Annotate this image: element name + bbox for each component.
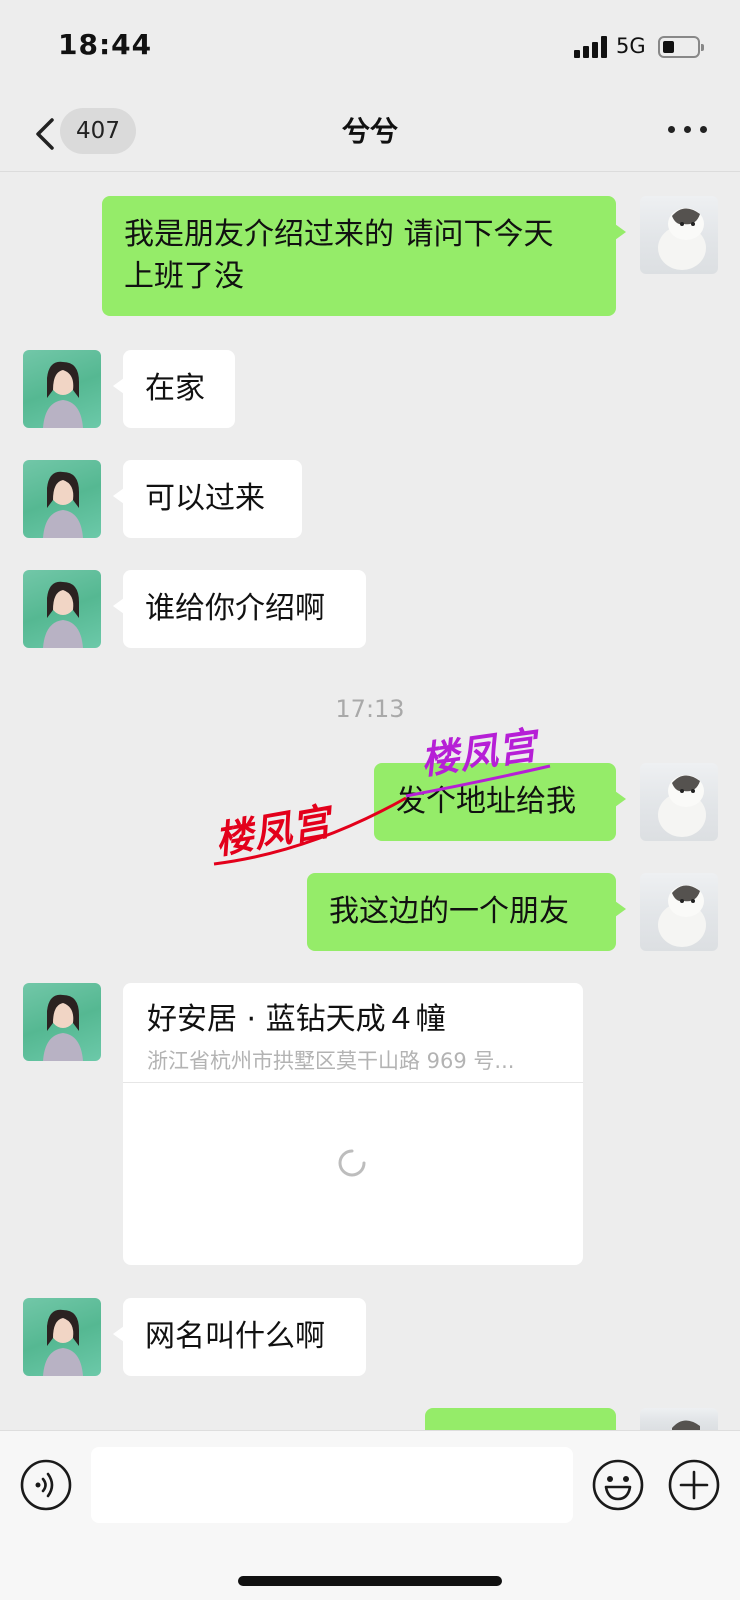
loading-spinner-icon	[338, 1149, 366, 1177]
message-bubble-incoming[interactable]: 可以过来	[113, 460, 302, 538]
message-bubble-outgoing[interactable]: 我是朋友介绍过来的 请问下今天 上班了没	[102, 196, 626, 316]
signal-icon	[574, 36, 608, 58]
avatar-contact[interactable]	[23, 983, 101, 1061]
location-address: 浙江省杭州市拱墅区莫干山路 969 号...	[147, 1049, 515, 1073]
more-dots-icon[interactable]	[668, 124, 708, 136]
avatar-self[interactable]	[640, 196, 718, 274]
avatar-contact[interactable]	[23, 1298, 101, 1376]
avatar-contact[interactable]	[23, 350, 101, 428]
status-bar: 18:44 5G	[0, 0, 740, 96]
location-card[interactable]: 好安居 · 蓝钻天成４幢 浙江省杭州市拱墅区莫干山路 969 号...	[123, 983, 583, 1265]
avatar-self[interactable]	[640, 1408, 718, 1430]
message-bubble-incoming[interactable]: 在家	[113, 350, 235, 428]
message-bubble-incoming[interactable]: 谁给你介绍啊	[113, 570, 366, 648]
message-input[interactable]	[91, 1447, 573, 1523]
plus-circle-icon[interactable]	[668, 1459, 720, 1511]
battery-icon	[658, 36, 704, 58]
input-bar	[0, 1430, 740, 1600]
home-indicator	[238, 1576, 502, 1586]
network-label: 5G	[616, 34, 646, 58]
message-bubble-incoming[interactable]: 网名叫什么啊	[113, 1298, 366, 1376]
message-bubble-outgoing[interactable]: 我这边的一个朋友	[307, 873, 626, 951]
chat-title: 兮兮	[341, 115, 398, 148]
chat-header: 407 兮兮	[0, 96, 740, 172]
location-title: 好安居 · 蓝钻天成４幢	[147, 1002, 446, 1037]
divider	[123, 1082, 583, 1083]
avatar-contact[interactable]	[23, 460, 101, 538]
time-divider: 17:13	[335, 695, 405, 723]
avatar-contact[interactable]	[23, 570, 101, 648]
emoji-icon[interactable]	[592, 1459, 644, 1511]
status-time: 18:44	[58, 28, 153, 61]
voice-icon[interactable]	[20, 1459, 72, 1511]
avatar-self[interactable]	[640, 873, 718, 951]
avatar-self[interactable]	[640, 763, 718, 841]
